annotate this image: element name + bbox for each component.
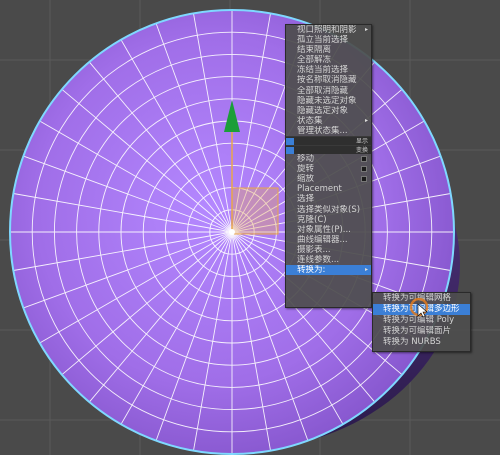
menu-item-label: 按名称取消隐藏: [297, 75, 357, 86]
menu-item-2[interactable]: 结束隔离: [286, 45, 371, 55]
submenu-arrow-icon: ▸: [364, 26, 368, 33]
menu-item-label: 全部解冻: [297, 55, 332, 66]
mouse-pointer-icon: [410, 298, 429, 318]
menu-item-nurbs[interactable]: 转换为 NURBS: [373, 337, 470, 348]
submenu-arrow-icon: ▸: [364, 266, 368, 274]
menu-item-6[interactable]: 全部取消隐藏: [286, 86, 371, 96]
menu-item-c[interactable]: 克隆(C): [286, 215, 371, 225]
menu-item-p[interactable]: 对象属性(P)...: [286, 225, 371, 235]
menu-item-label: 全部取消隐藏: [297, 85, 349, 96]
menu-item-label: 曲线编辑器...: [297, 234, 348, 245]
viewport[interactable]: [0, 0, 500, 455]
menu-item-label: 转换为 NURBS: [383, 337, 441, 347]
menu-item-7[interactable]: 隐藏未选定对象: [286, 96, 371, 106]
settings-box-icon[interactable]: [361, 156, 367, 163]
menu-item-label: 孤立当前选择: [297, 35, 349, 46]
menu-item-1[interactable]: 旋转: [286, 164, 371, 174]
quad-menu: 视口照明和阴影 ▸ 孤立当前选择 结束隔离 全部解冻 冻结当前选择 按名称取消隐藏 全部取消隐…: [285, 24, 372, 308]
submenu-arrow-icon: ▸: [364, 116, 368, 124]
settings-box-icon[interactable]: [361, 166, 367, 173]
menu-item-9[interactable]: 状态集 ▸: [286, 116, 371, 126]
menu-item-label: Placement: [297, 184, 342, 195]
menu-item-label: 旋转: [297, 164, 315, 175]
menu-item-label: 选择类似对象(S): [297, 204, 361, 215]
menu-item-label: 管理状态集...: [297, 125, 348, 136]
menu-item-0[interactable]: 移动: [286, 154, 371, 164]
menu-item-1[interactable]: 孤立当前选择: [286, 35, 371, 45]
menu-item-0[interactable]: 视口照明和阴影 ▸: [286, 25, 371, 35]
menu-item-2[interactable]: 缩放: [286, 174, 371, 184]
menu-item-9[interactable]: 摄影表...: [286, 245, 371, 255]
menu-item-4[interactable]: 选择: [286, 194, 371, 204]
menu-item-label: 结束隔离: [297, 45, 332, 56]
menu-item-4[interactable]: 冻结当前选择: [286, 65, 371, 75]
band-color-swatch: [286, 147, 294, 155]
menu-item-label: 选择: [297, 194, 315, 205]
menu-item-label: 连线参数...: [297, 254, 340, 265]
menu-item-label: 视口照明和阴影: [297, 25, 357, 35]
quad-band-transform: 变换: [286, 145, 371, 155]
menu-item-label: 克隆(C): [297, 214, 327, 225]
menu-item-label: 摄影表...: [297, 244, 331, 255]
menu-item-label: 隐藏未选定对象: [297, 95, 357, 106]
menu-item-label: 缩放: [297, 174, 315, 185]
menu-item-placement[interactable]: Placement: [286, 184, 371, 194]
settings-box-icon[interactable]: [361, 176, 367, 183]
menu-item-11[interactable]: 转换为: ▸: [286, 265, 371, 276]
menu-item-5[interactable]: 按名称取消隐藏: [286, 75, 371, 85]
menu-item-label: 转换为可编辑面片: [383, 326, 452, 336]
menu-item-10[interactable]: 连线参数...: [286, 255, 371, 265]
menu-item-label: 对象属性(P)...: [297, 224, 351, 235]
menu-item-label: 隐藏选定对象: [297, 105, 349, 116]
quad-band-display: 显示: [286, 136, 371, 146]
menu-item-s[interactable]: 选择类似对象(S): [286, 205, 371, 215]
band-color-swatch: [286, 138, 294, 146]
menu-item-label: 冻结当前选择: [297, 65, 349, 76]
menu-item-label: 转换为:: [297, 265, 326, 276]
menu-item-3[interactable]: 转换为可编辑面片: [373, 326, 470, 337]
menu-item-8[interactable]: 曲线编辑器...: [286, 235, 371, 245]
menu-item-label: 移动: [297, 154, 315, 165]
menu-item-3[interactable]: 全部解冻: [286, 55, 371, 65]
menu-item-10[interactable]: 管理状态集...: [286, 126, 371, 136]
menu-item-8[interactable]: 隐藏选定对象: [286, 106, 371, 116]
menu-item-label: 状态集: [297, 115, 323, 126]
